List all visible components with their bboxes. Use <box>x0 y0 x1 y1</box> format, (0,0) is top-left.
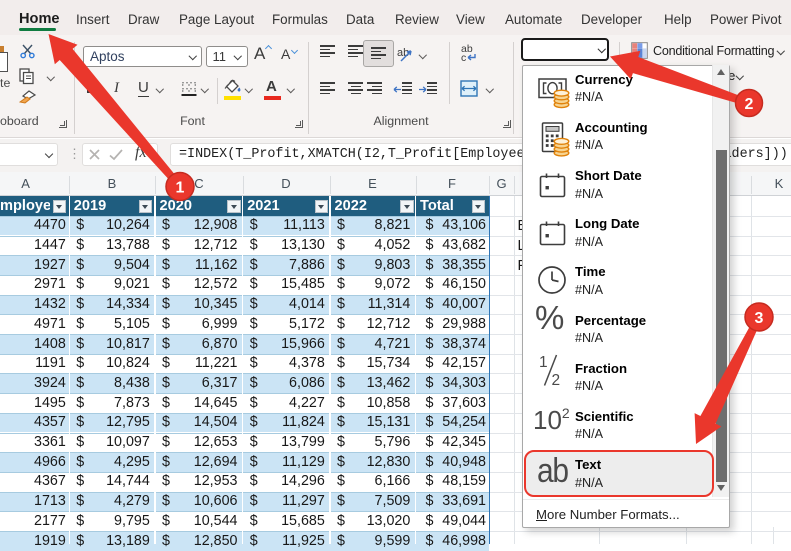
svg-text:1: 1 <box>539 354 548 371</box>
svg-text:ab: ab <box>397 47 409 59</box>
svg-text:c: c <box>461 52 466 62</box>
svg-text:2: 2 <box>552 372 561 387</box>
